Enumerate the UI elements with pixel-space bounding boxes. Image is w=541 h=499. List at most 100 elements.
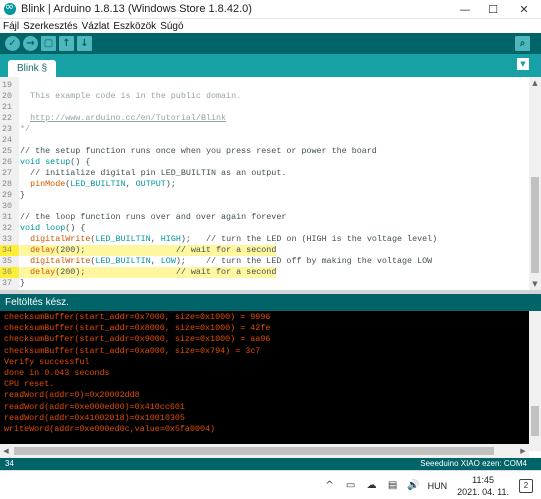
cloud-icon[interactable]: ☁ [365, 479, 379, 493]
scroll-up-arrow-icon[interactable]: ▲ [529, 77, 541, 89]
window-title: Blink | Arduino 1.8.13 (Windows Store 1.… [21, 3, 252, 15]
code-token: HIGH [160, 234, 181, 244]
menu-help[interactable]: Súgó [160, 21, 183, 32]
scroll-left-arrow-icon[interactable]: ◀ [0, 444, 12, 458]
code-token: void [20, 223, 41, 233]
code-token: digitalWrite [30, 256, 91, 266]
clock-time: 11:45 [472, 474, 494, 485]
code-token: ); // turn the LED off by making the vol… [175, 256, 433, 266]
line-number: 36 [0, 267, 19, 278]
code-text: http://www.arduino.cc/en/Tutorial/Blink [20, 113, 226, 124]
save-sketch-button[interactable]: ↓ [77, 36, 92, 51]
line-number: 24 [2, 135, 13, 145]
code-line[interactable]: 36 delay(200); // wait for a second [0, 267, 529, 278]
menu-tools[interactable]: Eszközök [113, 21, 156, 32]
monitor-icon[interactable]: ▭ [344, 479, 358, 493]
upload-button[interactable]: → [23, 36, 38, 51]
code-line[interactable]: 32 void loop() { [0, 223, 529, 234]
console-scrollbar-thumb[interactable] [531, 406, 539, 436]
code-line[interactable]: 21 [0, 102, 529, 113]
code-token: LED_BUILTIN [70, 179, 126, 189]
clock-date: 2021. 04. 11. [457, 486, 509, 497]
menu-edit[interactable]: Szerkesztés [23, 21, 77, 32]
code-token: () { [70, 157, 91, 167]
code-token: , [150, 256, 161, 266]
console-output[interactable]: checksumBuffer(start_addr=0x7000, size=0… [0, 311, 529, 451]
code-line[interactable]: 37} [0, 278, 529, 289]
code-text: digitalWrite(LED_BUILTIN, HIGH); // turn… [20, 234, 437, 245]
language-indicator[interactable]: HUN [428, 481, 448, 491]
code-line[interactable]: 22 http://www.arduino.cc/en/Tutorial/Bli… [0, 113, 529, 124]
verify-button[interactable]: ✓ [5, 36, 20, 51]
code-line[interactable]: 31 // the loop function runs over and ove… [0, 212, 529, 223]
maximize-button[interactable]: ☐ [479, 0, 507, 19]
editor-scrollbar-thumb[interactable] [531, 177, 539, 273]
tab-menu-chevron-icon[interactable]: ▼ [517, 58, 529, 70]
code-line[interactable]: 27 // initialize digital pin LED_BUILTIN… [0, 168, 529, 179]
scroll-down-arrow-icon[interactable]: ▼ [529, 278, 541, 290]
network-icon[interactable]: ▤ [386, 479, 400, 493]
close-button[interactable]: ✕ [507, 0, 541, 19]
code-editor[interactable]: 19 20 This example code is in the public … [0, 77, 529, 290]
code-line[interactable]: 30 [0, 201, 529, 212]
code-line[interactable]: 20 This example code is in the public do… [0, 91, 529, 102]
tab-blink[interactable]: Blink § [8, 60, 57, 77]
code-text: void setup() { [20, 157, 90, 168]
scroll-right-arrow-icon[interactable]: ▶ [517, 444, 529, 458]
code-token: This example code is in the public domai… [20, 91, 242, 101]
serial-monitor-button[interactable]: ⌕ [515, 36, 530, 51]
code-token: loop [45, 223, 66, 233]
code-line[interactable]: 26 void setup() { [0, 157, 529, 168]
code-line[interactable]: 28 pinMode(LED_BUILTIN, OUTPUT); [0, 179, 529, 190]
code-token: OUTPUT [135, 179, 166, 189]
notification-center-icon[interactable]: 2 [519, 478, 533, 493]
open-sketch-button[interactable]: ↑ [59, 36, 74, 51]
code-line[interactable]: 35 digitalWrite(LED_BUILTIN, LOW); // tu… [0, 256, 529, 267]
console-line: readWord(addr=0x41002018)=0x10010305 [4, 412, 185, 423]
editor-scrollbar[interactable]: ▲ ▼ [529, 77, 541, 290]
code-line[interactable]: 25 // the setup function runs once when y… [0, 146, 529, 157]
code-text: delay(200); // wait for a second [20, 267, 277, 278]
toolbar: ✓ → ▢ ↑ ↓ ⌕ [0, 33, 541, 54]
code-token: digitalWrite [30, 234, 91, 244]
console-scrollbar[interactable] [529, 311, 541, 451]
code-line[interactable]: 29} [0, 190, 529, 201]
console-line: done in 0.043 seconds [4, 368, 110, 378]
new-sketch-button[interactable]: ▢ [41, 36, 56, 51]
code-token: LED_BUILTIN [95, 234, 151, 244]
code-line[interactable]: 34 delay(200); // wait for a second [0, 245, 529, 256]
status-bar: Feltöltés kész. [0, 294, 541, 311]
code-token: // initialize digital pin LED_BUILTIN as… [20, 168, 287, 178]
code-text: void loop() { [20, 223, 85, 234]
clock[interactable]: 11:45 2021. 04. 11. [457, 474, 509, 498]
code-token: delay [30, 267, 56, 277]
line-number: 34 [0, 245, 19, 256]
windows-taskbar: ^ ▭ ☁ ▤ 🔊 HUN 11:45 2021. 04. 11. 2 [0, 470, 541, 499]
console-line: checksumBuffer(start_addr=0x7000, size=0… [4, 312, 271, 322]
bottom-status-bar: 34 Seeeduino XIAO ezen: COM4 [0, 458, 541, 470]
code-line[interactable]: 24 [0, 135, 529, 146]
minimize-button[interactable]: — [451, 0, 479, 19]
line-number: 21 [2, 102, 13, 112]
code-text: This example code is in the public domai… [20, 91, 241, 102]
menu-file[interactable]: Fájl [3, 21, 19, 32]
code-line[interactable]: 33 digitalWrite(LED_BUILTIN, HIGH); // t… [0, 234, 529, 245]
code-line[interactable]: 19 [0, 80, 529, 91]
code-text: // the loop function runs over and over … [20, 212, 286, 223]
volume-icon[interactable]: 🔊 [407, 479, 421, 493]
line-number: 22 [2, 113, 13, 123]
title-bar: Blink | Arduino 1.8.13 (Windows Store 1.… [0, 0, 541, 19]
console-horizontal-scrollbar[interactable]: ◀ ▶ [0, 444, 529, 458]
code-line[interactable]: 23 */ [0, 124, 529, 135]
console-line: CPU reset. [4, 379, 55, 390]
console-horizontal-thumb[interactable] [14, 447, 494, 455]
menu-sketch[interactable]: Vázlat [82, 21, 110, 32]
console-line: checksumBuffer(start_addr=0x9000, size=0… [4, 334, 271, 345]
show-hidden-icons-chevron-icon[interactable]: ^ [323, 479, 337, 493]
code-token: http://www.arduino.cc/en/Tutorial/Blink [30, 113, 227, 123]
line-number: 25 [2, 146, 13, 156]
code-token: // wait for a second [85, 267, 277, 277]
